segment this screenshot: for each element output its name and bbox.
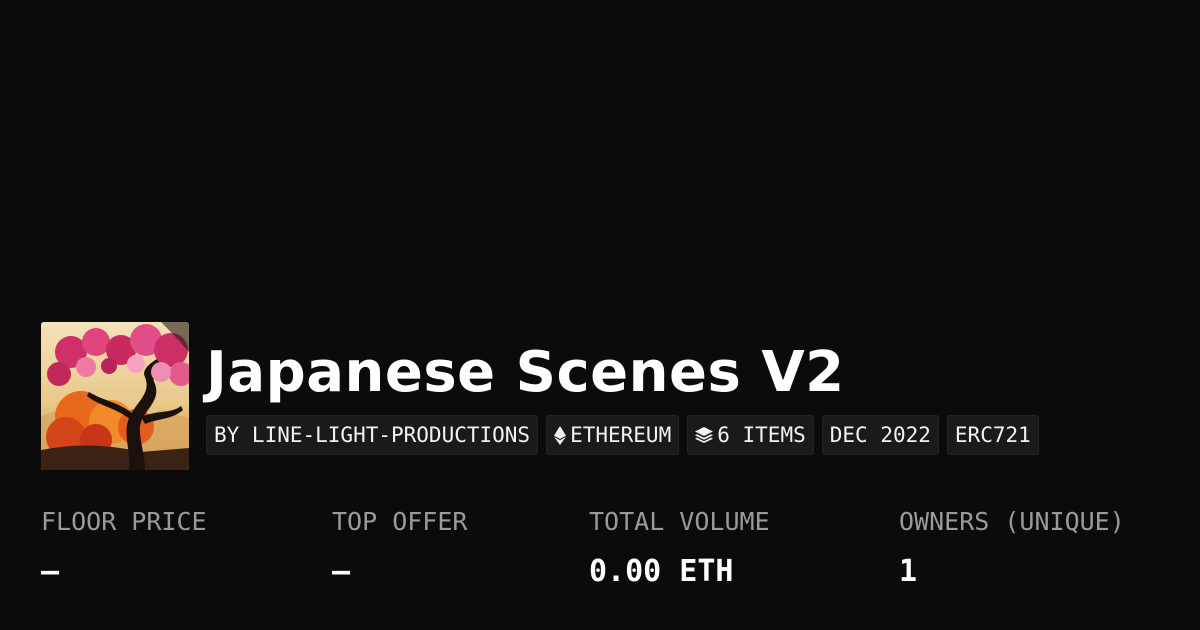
stat-value: 1: [899, 554, 918, 589]
items-count-tag-label: 6 ITEMS: [717, 423, 806, 447]
stat-label: TOP OFFER: [332, 507, 468, 536]
items-count-tag[interactable]: 6 ITEMS: [687, 415, 814, 455]
collection-artwork-image: [41, 322, 189, 470]
token-standard-tag: ERC721: [946, 415, 1039, 455]
stat-value: —: [41, 554, 60, 589]
stat-floor-price: FLOOR PRICE —: [41, 505, 207, 590]
collection-title: Japanese Scenes V2: [206, 340, 845, 405]
stat-label: OWNERS (UNIQUE): [899, 507, 1125, 536]
collection-thumbnail[interactable]: [41, 322, 189, 470]
stat-value: 0.00 ETH: [589, 554, 734, 589]
stat-owners: OWNERS (UNIQUE) 1: [899, 505, 1125, 590]
stat-label: TOTAL VOLUME: [589, 507, 770, 536]
date-tag: DEC 2022: [821, 415, 939, 455]
collection-card: Japanese Scenes V2 BY LINE-LIGHT-PRODUCT…: [0, 0, 1200, 630]
token-standard-tag-label: ERC721: [954, 423, 1031, 447]
stat-top-offer: TOP OFFER —: [332, 505, 467, 590]
date-tag-label: DEC 2022: [829, 423, 931, 447]
stat-value: —: [332, 554, 351, 589]
creator-tag-label: BY LINE-LIGHT-PRODUCTIONS: [214, 423, 531, 447]
chain-tag-label: ETHEREUM: [570, 423, 672, 447]
ethereum-icon: [554, 425, 567, 445]
chain-tag[interactable]: ETHEREUM: [546, 415, 680, 455]
collection-tags: BY LINE-LIGHT-PRODUCTIONS ETHEREUM 6 ITE…: [206, 415, 1039, 455]
layers-icon: [695, 427, 714, 443]
creator-tag[interactable]: BY LINE-LIGHT-PRODUCTIONS: [206, 415, 539, 455]
stat-total-volume: TOTAL VOLUME 0.00 ETH: [589, 505, 770, 590]
stat-label: FLOOR PRICE: [41, 507, 207, 536]
